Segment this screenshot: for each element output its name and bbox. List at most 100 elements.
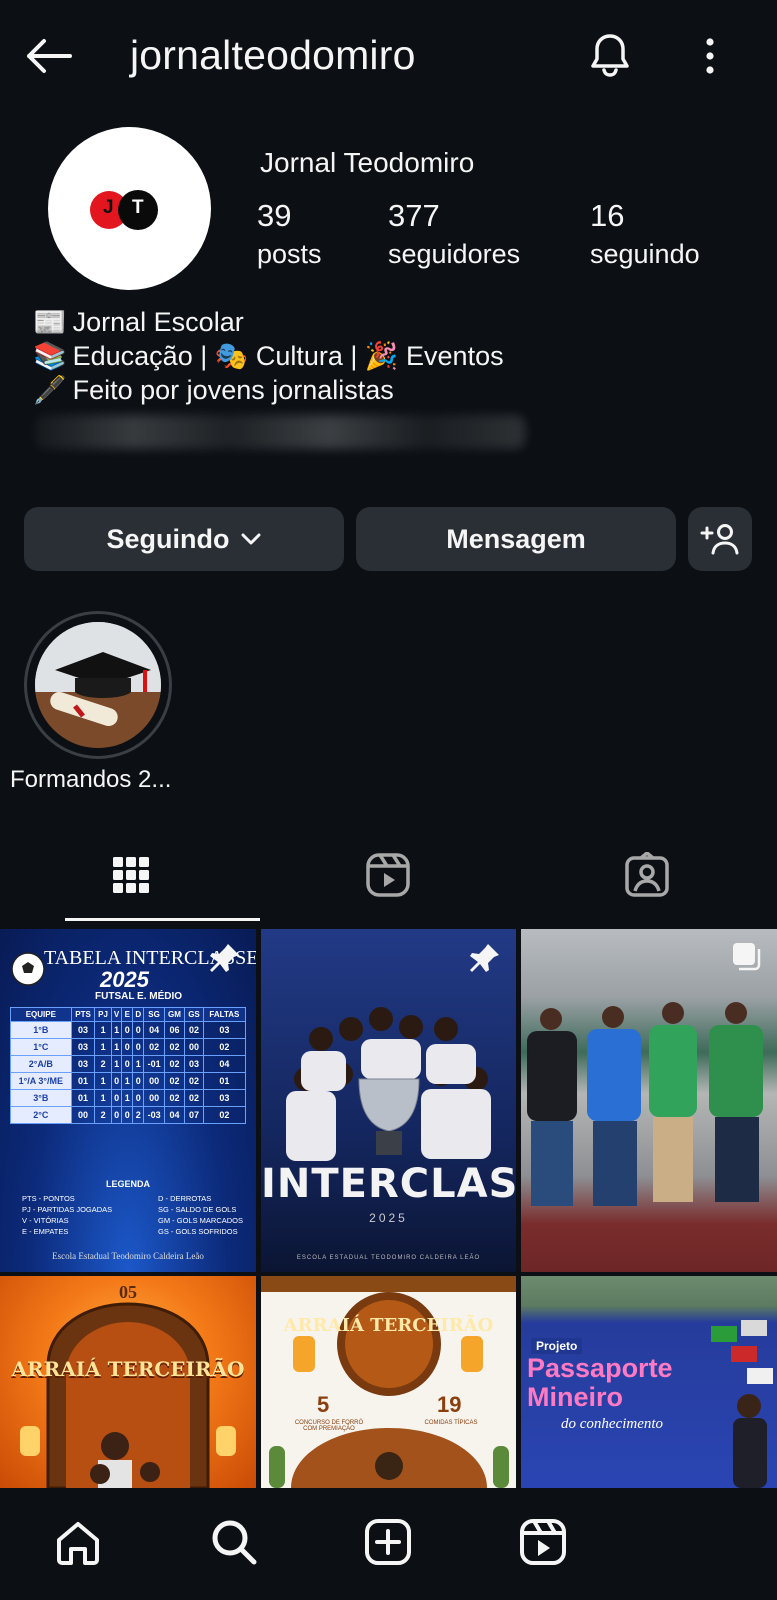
table-cell: 03 xyxy=(202,1089,247,1107)
table-cell: 1 xyxy=(94,1038,112,1056)
logo-letter-j: J xyxy=(103,197,114,218)
post-tile[interactable]: TABELA INTERCLASSE 2025 FUTSAL E. MÉDIO … xyxy=(0,929,256,1272)
table-cell: 1°C xyxy=(10,1038,72,1056)
post-tile[interactable] xyxy=(521,929,777,1272)
table-cell: 02 xyxy=(202,1038,247,1056)
table-cell: 0 xyxy=(121,1038,134,1056)
table-cell: -01 xyxy=(143,1055,165,1073)
tab-reels[interactable] xyxy=(348,845,428,905)
pin-icon xyxy=(470,944,499,972)
bio-line: 🖋️ Feito por jovens jornalistas xyxy=(33,373,504,407)
table-header-cell: EQUIPE xyxy=(10,1007,72,1022)
table-cell: 02 xyxy=(163,1038,186,1056)
highlight-thumbnail[interactable] xyxy=(35,622,161,748)
active-tab-indicator xyxy=(65,918,260,921)
back-button[interactable] xyxy=(20,30,76,82)
table-cell: 02 xyxy=(163,1089,186,1107)
tagged-person-icon xyxy=(625,852,669,897)
soccer-ball-icon xyxy=(11,952,45,986)
table-cell: 0 xyxy=(110,1106,123,1124)
tab-posts-grid[interactable] xyxy=(91,845,171,905)
legend-right: D - DERROTAS SG - SALDO DE GOLS GM - GOL… xyxy=(158,1193,243,1237)
table-cell: 07 xyxy=(184,1106,204,1124)
table-cell: 00 xyxy=(143,1089,165,1107)
table-cell: 00 xyxy=(70,1106,96,1124)
table-header-cell: E xyxy=(121,1007,134,1022)
stat-posts-label: posts xyxy=(257,239,322,269)
arrow-left-icon xyxy=(27,39,72,73)
bio-text: Feito por jovens jornalistas xyxy=(72,375,394,405)
suggested-accounts-button[interactable] xyxy=(688,507,752,571)
post-footer: ESCOLA ESTADUAL TEODOMIRO CALDEIRA LEÃO xyxy=(296,1255,481,1261)
stat-posts[interactable]: 39 posts xyxy=(257,196,322,272)
post-tile[interactable]: Projeto Passaporte Mineiro do conhecimen… xyxy=(521,1276,777,1488)
stat-followers-label: seguidores xyxy=(388,239,521,269)
post-tile[interactable]: INTERCLASSE 2025 ESCOLA ESTADUAL TEODOMI… xyxy=(261,929,516,1272)
notifications-button[interactable] xyxy=(585,28,635,82)
table-cell: 02 xyxy=(184,1021,204,1039)
stat-following-value: 16 xyxy=(590,198,625,233)
post-year: 2025 xyxy=(100,967,149,992)
stat-following[interactable]: 16 seguindo xyxy=(590,196,700,272)
table-cell: 1 xyxy=(110,1055,123,1073)
nav-reels[interactable] xyxy=(513,1512,573,1572)
legend-item: D - DERROTAS xyxy=(158,1194,212,1203)
nav-create[interactable] xyxy=(358,1512,418,1572)
bio-text: Jornal Escolar xyxy=(72,307,244,337)
following-button[interactable]: Seguindo xyxy=(24,507,344,571)
table-cell: 01 xyxy=(70,1072,96,1090)
stat-posts-value: 39 xyxy=(257,198,292,233)
legend-item: SG - SALDO DE GOLS xyxy=(158,1205,237,1214)
table-cell: 03 xyxy=(184,1055,204,1073)
table-cell: 1 xyxy=(110,1021,123,1039)
table-cell: 02 xyxy=(143,1038,165,1056)
post-title: INTERCLASSE xyxy=(261,1161,516,1207)
table-cell: 3°B xyxy=(10,1089,72,1107)
table-cell: 2 xyxy=(132,1106,145,1124)
home-icon xyxy=(57,1522,99,1565)
flags-and-person-image xyxy=(711,1320,773,1488)
table-cell: 00 xyxy=(143,1072,165,1090)
nav-home[interactable] xyxy=(48,1512,108,1572)
table-header-cell: D xyxy=(132,1007,145,1022)
table-header-cell: FALTAS xyxy=(202,1007,247,1022)
table-cell: 2°A/B xyxy=(10,1055,72,1073)
table-header-cell: PJ xyxy=(94,1007,112,1022)
table-row: 1°/A 3°/ME 01 1 0 1 0 00 02 02 01 xyxy=(10,1072,247,1090)
search-icon xyxy=(212,1520,257,1565)
post-left-number: 5 xyxy=(317,1392,330,1417)
legend-item: PTS - PONTOS xyxy=(22,1194,75,1203)
following-label: Seguindo xyxy=(106,523,230,554)
table-cell: 0 xyxy=(132,1038,145,1056)
reels-icon xyxy=(366,853,410,897)
redacted-bio-line xyxy=(35,415,525,449)
profile-avatar[interactable]: J T xyxy=(48,127,211,290)
tab-tagged[interactable] xyxy=(607,845,687,905)
message-button[interactable]: Mensagem xyxy=(356,507,676,571)
table-cell: 2°C xyxy=(10,1106,72,1124)
post-tile[interactable]: ARRAIÁ TERCEIRÃO 5 CONCURSO DE FORRÓ COM… xyxy=(261,1276,516,1488)
post-tile[interactable]: 05 ARRAIÁ TERCEIRÃO xyxy=(0,1276,256,1488)
more-options-button[interactable] xyxy=(688,32,732,80)
legend-item: PJ - PARTIDAS JOGADAS xyxy=(22,1205,113,1214)
table-header-row: EQUIPE PTS PJ V E D SG GM GS FALTAS xyxy=(10,1007,247,1022)
profile-username: jornalteodomiro xyxy=(130,32,416,78)
table-cell: 2 xyxy=(94,1106,112,1124)
team-photo-image xyxy=(286,1007,491,1161)
post-right-number: 19 xyxy=(437,1392,462,1417)
table-cell: 0 xyxy=(132,1089,145,1107)
newspaper-emoji: 📰 xyxy=(33,307,67,337)
post-footer: Escola Estadual Teodomiro Caldeira Leão xyxy=(52,1251,204,1261)
table-cell: 02 xyxy=(184,1089,204,1107)
stage-arch-image xyxy=(20,1302,236,1488)
table-cell: 03 xyxy=(70,1038,96,1056)
table-cell: 1 xyxy=(121,1072,134,1090)
reels-icon xyxy=(520,1519,566,1565)
table-cell: 0 xyxy=(121,1021,134,1039)
table-cell: 03 xyxy=(70,1055,96,1073)
post-year: 2025 xyxy=(369,1211,408,1225)
display-name: Jornal Teodomiro xyxy=(260,147,475,178)
table-header-cell: GM xyxy=(163,1007,186,1022)
stat-followers[interactable]: 377 seguidores xyxy=(388,196,520,272)
nav-search[interactable] xyxy=(204,1512,264,1572)
